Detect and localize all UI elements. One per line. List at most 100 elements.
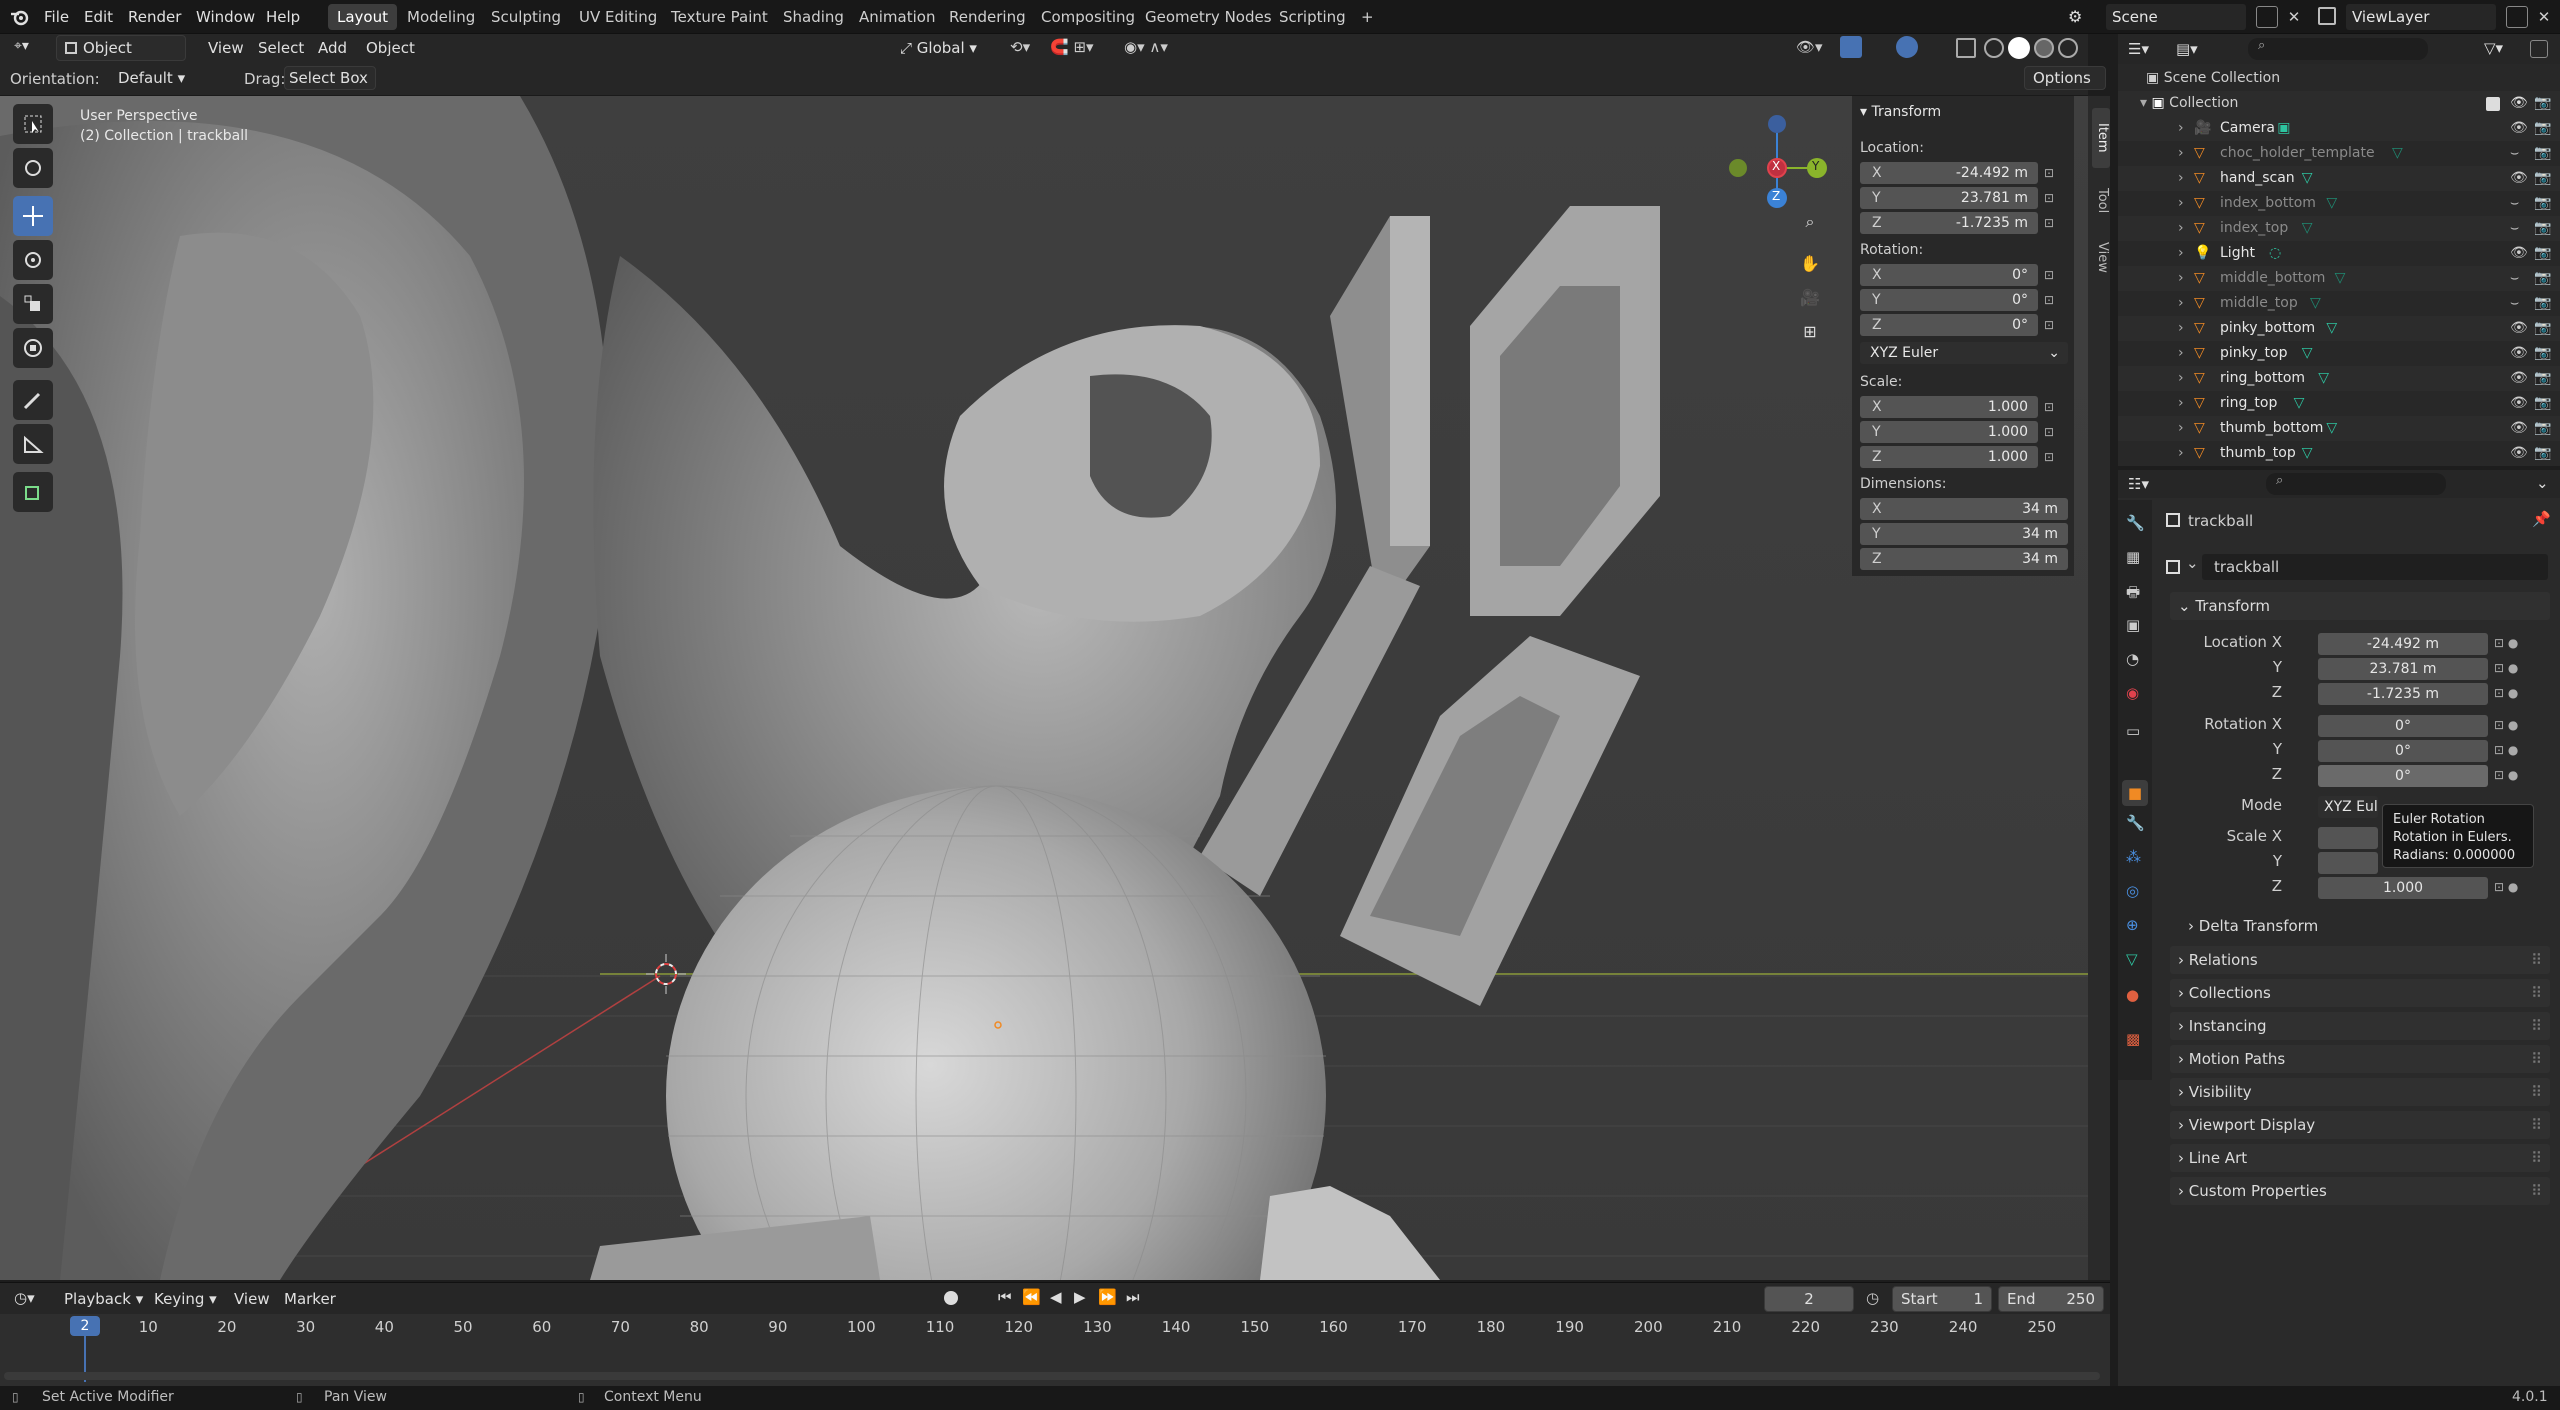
tab-tool[interactable]: Tool: [2092, 176, 2110, 226]
add-cube-tool[interactable]: [13, 472, 53, 512]
datablock-name[interactable]: trackball: [2202, 554, 2548, 580]
datablock-field[interactable]: ⌄ trackball: [2162, 554, 2548, 580]
outliner-search-field[interactable]: ⌕: [2248, 38, 2428, 60]
outliner-editor-icon[interactable]: ☰▾: [2128, 40, 2149, 58]
outliner-item[interactable]: › ▽ middle_top ▽ ⌣ 📷: [2118, 291, 2560, 316]
expand-arrow-icon[interactable]: ›: [2178, 291, 2184, 316]
object-data-icon[interactable]: ▽: [2294, 391, 2305, 416]
tab-modeling[interactable]: Modeling: [398, 4, 484, 30]
playhead[interactable]: 2: [70, 1316, 100, 1336]
drag-handle-icon[interactable]: ⠿: [2531, 1012, 2542, 1040]
drag-handle-icon[interactable]: ⠿: [2531, 946, 2542, 974]
dimensions-y-field[interactable]: Y 34 m: [1860, 523, 2068, 545]
expand-arrow-icon[interactable]: ›: [2178, 216, 2184, 241]
outliner-item[interactable]: › ▽ pinky_bottom ▽ 👁 📷: [2118, 316, 2560, 341]
move-tool[interactable]: [13, 196, 53, 236]
particles-tab-icon[interactable]: ⁂: [2126, 848, 2141, 866]
rendered-shading-icon[interactable]: [2058, 38, 2078, 58]
delete-scene-icon[interactable]: ✕: [2284, 4, 2304, 30]
dimensions-z-field[interactable]: Z 34 m: [1860, 548, 2068, 570]
blender-logo-icon[interactable]: [10, 8, 30, 26]
camera-render-icon[interactable]: 📷: [2534, 416, 2551, 441]
drag-handle-icon[interactable]: ⠿: [2531, 1111, 2542, 1139]
menu-render[interactable]: Render: [120, 4, 189, 30]
select-box-tool[interactable]: [13, 104, 53, 144]
measure-tool[interactable]: [13, 424, 53, 464]
lock-icon[interactable]: ⊡ ●: [2494, 880, 2518, 894]
panel-collections[interactable]: › Collections ⠿: [2170, 979, 2550, 1007]
object-data-icon[interactable]: ▽: [2302, 441, 2313, 466]
lock-icon[interactable]: ⊡: [2044, 450, 2060, 464]
scale-y-field[interactable]: Y 1.000: [1860, 421, 2038, 443]
lock-icon[interactable]: ⊡ ●: [2494, 718, 2518, 732]
rotation-mode-dropdown[interactable]: XYZ Euler ⌄: [1860, 342, 2068, 364]
lock-icon[interactable]: ⊡: [2044, 400, 2060, 414]
options-button[interactable]: Options ▾: [2024, 66, 2106, 109]
lock-icon[interactable]: ⊡: [2044, 318, 2060, 332]
eye-closed-icon[interactable]: ⌣: [2510, 141, 2519, 166]
tab-geometry-nodes[interactable]: Geometry Nodes: [1136, 4, 1281, 30]
overlay-toggle-icon[interactable]: [1896, 36, 1918, 58]
camera-render-icon[interactable]: 📷: [2534, 191, 2551, 216]
lock-icon[interactable]: ⊡ ●: [2494, 661, 2518, 675]
scene-tab-icon[interactable]: ◔: [2126, 650, 2139, 668]
modifier-tab-icon[interactable]: 🔧: [2126, 814, 2145, 832]
camera-render-icon[interactable]: 📷: [2534, 291, 2551, 316]
prop-location-z[interactable]: -1.7235 m: [2318, 683, 2488, 705]
tab-shading[interactable]: Shading: [774, 4, 853, 30]
object-data-icon[interactable]: ▽: [2392, 141, 2403, 166]
render-tab-icon[interactable]: ▦: [2126, 548, 2140, 566]
eye-closed-icon[interactable]: ⌣: [2510, 216, 2519, 241]
tab-texture-paint[interactable]: Texture Paint: [662, 4, 777, 30]
output-tab-icon[interactable]: 🖶: [2126, 582, 2140, 607]
pivot-point-icon[interactable]: ⟲▾: [1010, 38, 1040, 58]
tab-scripting[interactable]: Scripting: [1270, 4, 1355, 30]
object-data-icon[interactable]: ▽: [2302, 216, 2313, 241]
timeline-area[interactable]: 10 20 30 40 50 60 70 80 90 100 110 120 130 140 150 160 1…: [0, 1314, 2110, 1386]
camera-render-icon[interactable]: 📷: [2534, 91, 2551, 116]
location-y-field[interactable]: Y 23.781 m: [1860, 187, 2038, 209]
tab-uv-editing[interactable]: UV Editing: [570, 4, 666, 30]
proportional-edit-icon[interactable]: ◉▾ ∧▾: [1124, 38, 1184, 58]
texture-tab-icon[interactable]: ▩: [2126, 1030, 2140, 1048]
transform-orientation-selector[interactable]: ⤢ Global ▾: [900, 37, 1000, 59]
prop-scale-x[interactable]: [2318, 827, 2378, 849]
eye-icon[interactable]: 👁: [2510, 116, 2528, 141]
outliner-item[interactable]: › ▽ thumb_top ▽ 👁 📷: [2118, 441, 2560, 466]
properties-editor-icon[interactable]: ☷▾: [2128, 475, 2149, 493]
npanel-transform-header[interactable]: ▾ Transform: [1860, 104, 1941, 120]
eye-closed-icon[interactable]: ⌣: [2510, 266, 2519, 291]
xray-toggle-icon[interactable]: [1956, 38, 1976, 58]
transform-tool[interactable]: [13, 328, 53, 368]
lock-icon[interactable]: ⊡: [2044, 166, 2060, 180]
eye-closed-icon[interactable]: ⌣: [2510, 191, 2519, 216]
tool-tab-icon[interactable]: 🔧: [2126, 514, 2145, 532]
panel-viewport-display[interactable]: › Viewport Display ⠿: [2170, 1111, 2550, 1139]
material-shading-icon[interactable]: [2034, 38, 2054, 58]
lock-icon[interactable]: ⊡ ●: [2494, 743, 2518, 757]
filter-icon[interactable]: ▽▾: [2484, 39, 2503, 57]
outliner-scene-collection[interactable]: ▣ Scene Collection: [2118, 66, 2560, 91]
lock-icon[interactable]: ⊡: [2044, 268, 2060, 282]
camera-render-icon[interactable]: 📷: [2534, 141, 2551, 166]
panel-visibility[interactable]: › Visibility ⠿: [2170, 1078, 2550, 1106]
menu-window[interactable]: Window: [188, 4, 263, 30]
start-frame-field[interactable]: Start 1: [1892, 1286, 1992, 1312]
tab-sculpting[interactable]: Sculpting: [482, 4, 570, 30]
scene-selector[interactable]: Scene: [2106, 4, 2246, 30]
tab-compositing[interactable]: Compositing: [1032, 4, 1144, 30]
lock-icon[interactable]: ⊡ ●: [2494, 636, 2518, 650]
prop-rotation-x[interactable]: 0°: [2318, 715, 2488, 737]
rotation-x-field[interactable]: X 0°: [1860, 264, 2038, 286]
solid-shading-icon[interactable]: [2008, 37, 2030, 59]
prev-keyframe-icon[interactable]: ⏪: [1022, 1288, 1041, 1306]
menu-object[interactable]: Object: [358, 35, 423, 61]
dimensions-x-field[interactable]: X 34 m: [1860, 498, 2068, 520]
prop-rotation-z[interactable]: 0°: [2318, 765, 2488, 787]
camera-render-icon[interactable]: 📷: [2534, 166, 2551, 191]
eye-icon[interactable]: 👁: [2510, 416, 2528, 441]
annotate-tool[interactable]: [13, 380, 53, 420]
camera-render-icon[interactable]: 📷: [2534, 216, 2551, 241]
camera-view-icon[interactable]: 🎥: [1797, 288, 1823, 314]
expand-arrow-icon[interactable]: ›: [2178, 166, 2184, 191]
